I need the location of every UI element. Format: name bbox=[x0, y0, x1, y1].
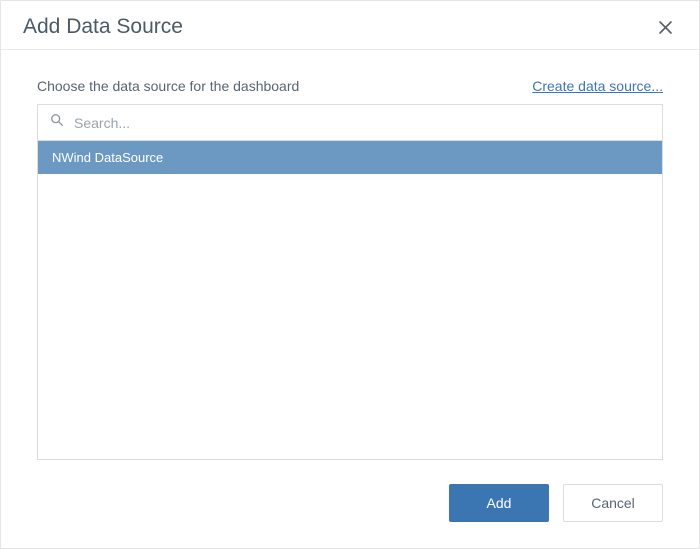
search-icon bbox=[50, 113, 72, 132]
search-input[interactable] bbox=[72, 114, 650, 132]
close-button[interactable] bbox=[654, 16, 677, 39]
data-source-listbox: NWind DataSource bbox=[37, 104, 663, 460]
cancel-button[interactable]: Cancel bbox=[563, 484, 663, 522]
search-row bbox=[38, 105, 662, 141]
instruction-row: Choose the data source for the dashboard… bbox=[37, 78, 663, 94]
close-icon bbox=[658, 20, 673, 35]
dialog-footer: Add Cancel bbox=[1, 484, 699, 548]
add-button[interactable]: Add bbox=[449, 484, 549, 522]
dialog-title: Add Data Source bbox=[23, 15, 183, 39]
instruction-text: Choose the data source for the dashboard bbox=[37, 78, 299, 94]
dialog-body: Choose the data source for the dashboard… bbox=[1, 50, 699, 484]
add-data-source-dialog: Add Data Source Choose the data source f… bbox=[0, 0, 700, 549]
list-item[interactable]: NWind DataSource bbox=[38, 141, 662, 174]
create-data-source-link[interactable]: Create data source... bbox=[532, 78, 663, 94]
dialog-header: Add Data Source bbox=[1, 1, 699, 50]
data-source-list[interactable]: NWind DataSource bbox=[38, 141, 662, 459]
